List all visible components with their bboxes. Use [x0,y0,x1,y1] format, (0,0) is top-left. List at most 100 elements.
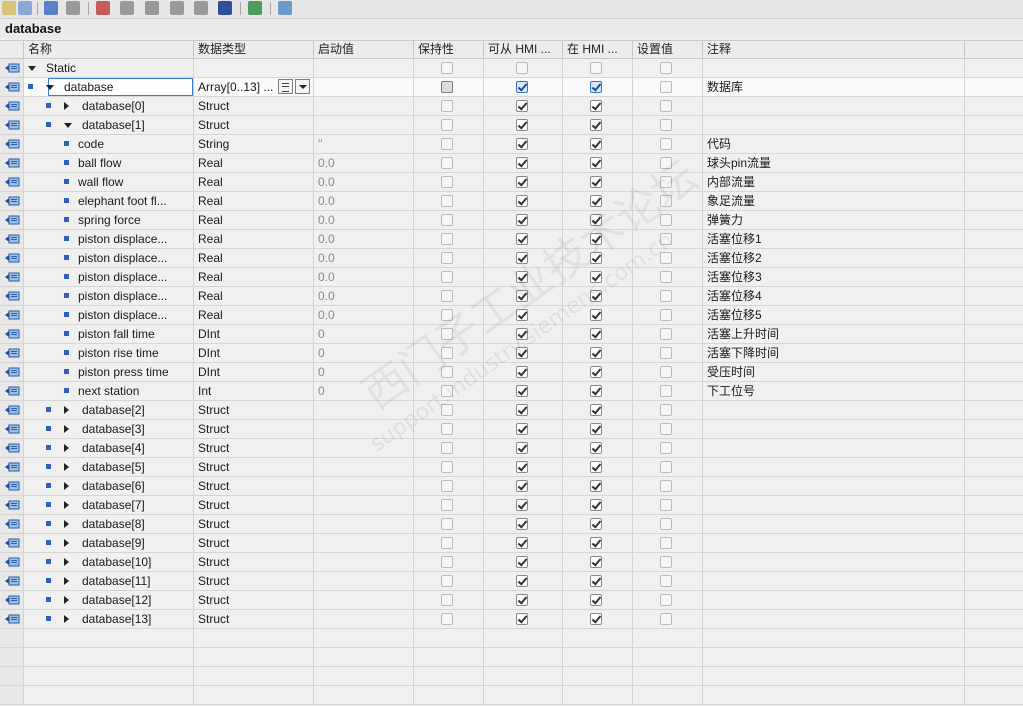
setpoint-checkbox[interactable] [660,81,672,93]
start-value-cell[interactable]: 0 [314,325,414,343]
start-value-cell[interactable]: 0.0 [314,211,414,229]
setpoint-checkbox[interactable] [660,233,672,245]
retain-checkbox[interactable] [441,252,453,264]
start-value-cell[interactable] [314,458,414,476]
snapshot-icon[interactable] [120,1,134,15]
name-cell[interactable] [24,629,194,647]
datatype-cell[interactable]: Struct [194,401,314,419]
datatype-cell[interactable]: Struct [194,420,314,438]
hmi-visible-checkbox[interactable] [590,271,602,283]
setpoint-checkbox[interactable] [660,252,672,264]
name-cell[interactable]: database[9] [24,534,194,552]
retain-checkbox[interactable] [441,404,453,416]
name-cell[interactable]: database [24,78,194,96]
setpoint-checkbox[interactable] [660,423,672,435]
setpoint-checkbox[interactable] [660,119,672,131]
hmi-accessible-checkbox[interactable] [516,442,528,454]
setpoint-checkbox[interactable] [660,309,672,321]
hmi-visible-checkbox[interactable] [590,176,602,188]
setpoint-checkbox[interactable] [660,328,672,340]
retain-checkbox[interactable] [441,537,453,549]
comment-cell[interactable] [703,534,965,552]
collapse-arrow-icon[interactable] [64,123,72,128]
hmi-accessible-checkbox[interactable] [516,176,528,188]
comment-cell[interactable]: 弹簧力 [703,211,965,229]
table-row[interactable]: code String '' 代码 [0,135,1023,154]
header-comment[interactable]: 注释 [703,41,965,59]
datatype-cell[interactable] [194,629,314,647]
datatype-cell[interactable] [194,59,314,77]
start-value-cell[interactable]: 0.0 [314,287,414,305]
datatype-cell[interactable]: Struct [194,439,314,457]
setpoint-checkbox[interactable] [660,271,672,283]
start-value-cell[interactable] [314,667,414,685]
table-row[interactable]: database[13] Struct [0,610,1023,629]
expand-arrow-icon[interactable] [64,520,69,528]
name-cell[interactable]: database[7] [24,496,194,514]
table-row[interactable]: database[6] Struct [0,477,1023,496]
hmi-accessible-checkbox[interactable] [516,233,528,245]
expand-arrow-icon[interactable] [64,482,69,490]
hmi-visible-checkbox[interactable] [590,81,602,93]
retain-checkbox[interactable] [441,423,453,435]
hmi-accessible-checkbox[interactable] [516,499,528,511]
start-value-cell[interactable] [314,515,414,533]
datatype-cell[interactable]: Real [194,173,314,191]
setpoint-checkbox[interactable] [660,480,672,492]
start-value-cell[interactable] [314,496,414,514]
retain-checkbox[interactable] [441,613,453,625]
name-cell[interactable]: piston rise time [24,344,194,362]
name-cell[interactable] [24,686,194,704]
name-cell[interactable]: database[5] [24,458,194,476]
edit-icon[interactable] [66,1,80,15]
datatype-cell[interactable]: Real [194,154,314,172]
name-cell[interactable] [24,648,194,666]
expand-arrow-icon[interactable] [64,596,69,604]
table-row[interactable]: piston displace... Real 0.0 活塞位移1 [0,230,1023,249]
name-cell[interactable]: ball flow [24,154,194,172]
collapse-arrow-icon[interactable] [28,66,36,71]
datatype-cell[interactable]: Real [194,211,314,229]
table-row[interactable]: database[9] Struct [0,534,1023,553]
list-icon[interactable] [218,1,232,15]
comment-cell[interactable] [703,116,965,134]
setpoint-checkbox[interactable] [660,176,672,188]
setpoint-checkbox[interactable] [660,461,672,473]
hmi-visible-checkbox[interactable] [590,366,602,378]
datatype-cell[interactable] [194,686,314,704]
hmi-visible-checkbox[interactable] [590,157,602,169]
hmi-visible-checkbox[interactable] [590,499,602,511]
expand-arrow-icon[interactable] [64,577,69,585]
comment-cell[interactable] [703,572,965,590]
retain-checkbox[interactable] [441,556,453,568]
expand-arrow-icon[interactable] [64,558,69,566]
table-row[interactable]: piston displace... Real 0.0 活塞位移5 [0,306,1023,325]
hmi-visible-checkbox[interactable] [590,518,602,530]
name-cell[interactable]: Static [24,59,194,77]
table-row[interactable]: database[1] Struct [0,116,1023,135]
datatype-cell[interactable]: Struct [194,496,314,514]
table-row[interactable]: piston displace... Real 0.0 活塞位移4 [0,287,1023,306]
hmi-accessible-checkbox[interactable] [516,271,528,283]
type-list-icon[interactable] [278,79,293,94]
table-row[interactable]: database[2] Struct [0,401,1023,420]
hmi-accessible-checkbox[interactable] [516,157,528,169]
setpoint-checkbox[interactable] [660,556,672,568]
hmi-accessible-checkbox[interactable] [516,575,528,587]
hmi-visible-checkbox[interactable] [590,594,602,606]
table-row[interactable]: database[3] Struct [0,420,1023,439]
start-value-cell[interactable] [314,477,414,495]
name-cell[interactable]: spring force [24,211,194,229]
retain-checkbox[interactable] [441,385,453,397]
hmi-accessible-checkbox[interactable] [516,404,528,416]
name-cell[interactable]: database[13] [24,610,194,628]
datatype-cell[interactable]: Struct [194,458,314,476]
retain-checkbox[interactable] [441,442,453,454]
name-cell[interactable]: wall flow [24,173,194,191]
header-setpoint[interactable]: 设置值 [633,41,703,59]
header-hmi-visible[interactable]: 在 HMI ... [563,41,633,59]
hmi-visible-checkbox[interactable] [590,461,602,473]
retain-checkbox[interactable] [441,119,453,131]
start-value-cell[interactable]: 0.0 [314,192,414,210]
collapse-arrow-icon[interactable] [46,85,54,90]
